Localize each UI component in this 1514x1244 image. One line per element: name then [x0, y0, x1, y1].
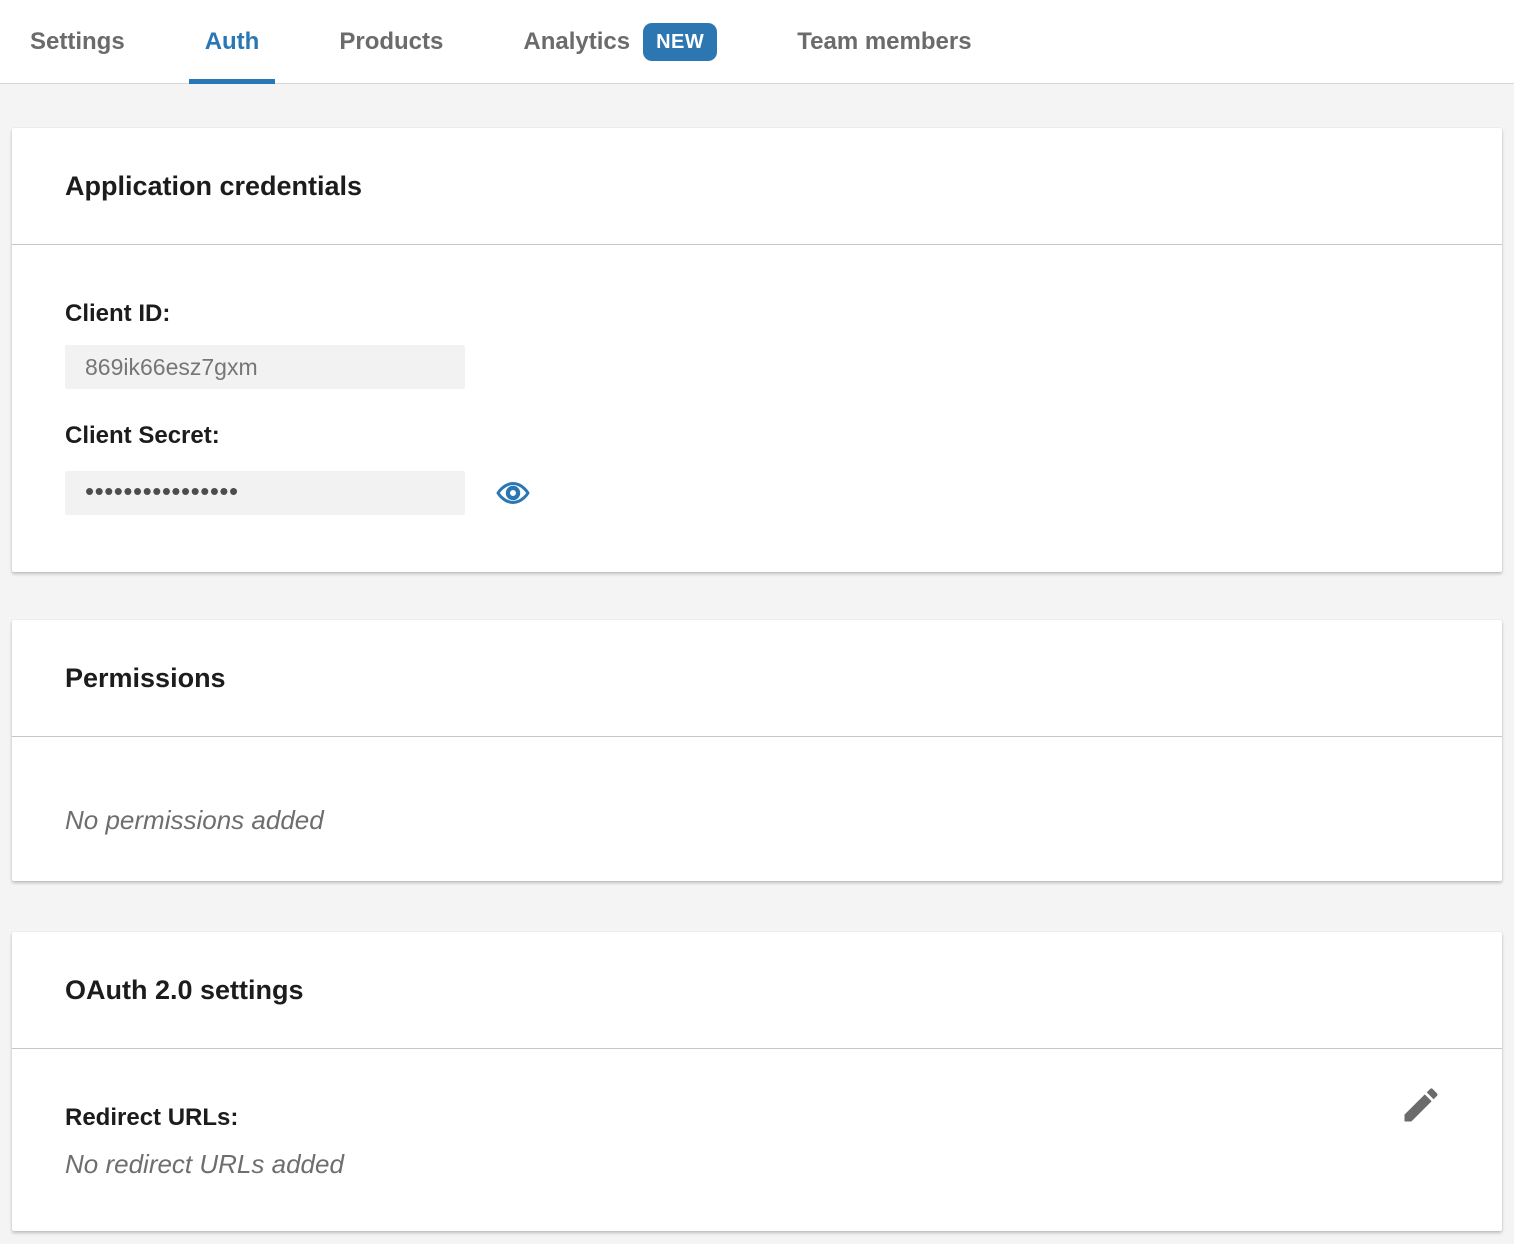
- show-secret-button[interactable]: [493, 473, 533, 513]
- tab-products[interactable]: Products: [323, 0, 459, 83]
- permissions-body: No permissions added: [12, 737, 1502, 881]
- tab-auth[interactable]: Auth: [189, 0, 276, 83]
- client-id-label: Client ID:: [65, 299, 1449, 328]
- oauth-settings-title: OAuth 2.0 settings: [65, 975, 304, 1006]
- permissions-card: Permissions No permissions added: [12, 620, 1502, 881]
- client-secret-row: ••••••••••••••••: [65, 471, 1449, 515]
- oauth-settings-body: Redirect URLs: No redirect URLs added: [12, 1049, 1502, 1231]
- application-credentials-header: Application credentials: [12, 128, 1502, 245]
- pencil-icon: [1399, 1083, 1443, 1127]
- tab-team-members-label: Team members: [797, 28, 971, 56]
- redirect-urls-label: Redirect URLs:: [65, 1103, 1449, 1133]
- redirect-urls-empty-text: No redirect URLs added: [65, 1147, 1449, 1181]
- eye-icon: [495, 475, 531, 511]
- tab-analytics-label: Analytics: [523, 28, 630, 56]
- app-tabbar: Settings Auth Products Analytics NEW Tea…: [0, 0, 1514, 84]
- application-credentials-title: Application credentials: [65, 171, 362, 202]
- application-credentials-body: Client ID: 869ik66esz7gxm Client Secret:…: [12, 245, 1502, 572]
- application-credentials-card: Application credentials Client ID: 869ik…: [12, 128, 1502, 572]
- tab-settings[interactable]: Settings: [14, 0, 141, 83]
- permissions-header: Permissions: [12, 620, 1502, 737]
- oauth-settings-header: OAuth 2.0 settings: [12, 932, 1502, 1049]
- tab-products-label: Products: [339, 28, 443, 56]
- tab-auth-label: Auth: [205, 28, 260, 56]
- tab-settings-label: Settings: [30, 28, 125, 56]
- permissions-empty-text: No permissions added: [65, 803, 1449, 837]
- tab-team-members[interactable]: Team members: [781, 0, 987, 83]
- client-secret-field[interactable]: ••••••••••••••••: [65, 471, 465, 515]
- tab-analytics[interactable]: Analytics NEW: [507, 0, 733, 83]
- client-secret-label: Client Secret:: [65, 421, 1449, 450]
- permissions-title: Permissions: [65, 663, 226, 694]
- edit-redirect-urls-button[interactable]: [1398, 1082, 1444, 1128]
- client-id-field[interactable]: 869ik66esz7gxm: [65, 345, 465, 389]
- new-badge: NEW: [643, 23, 717, 61]
- oauth-settings-card: OAuth 2.0 settings Redirect URLs: No red…: [12, 932, 1502, 1231]
